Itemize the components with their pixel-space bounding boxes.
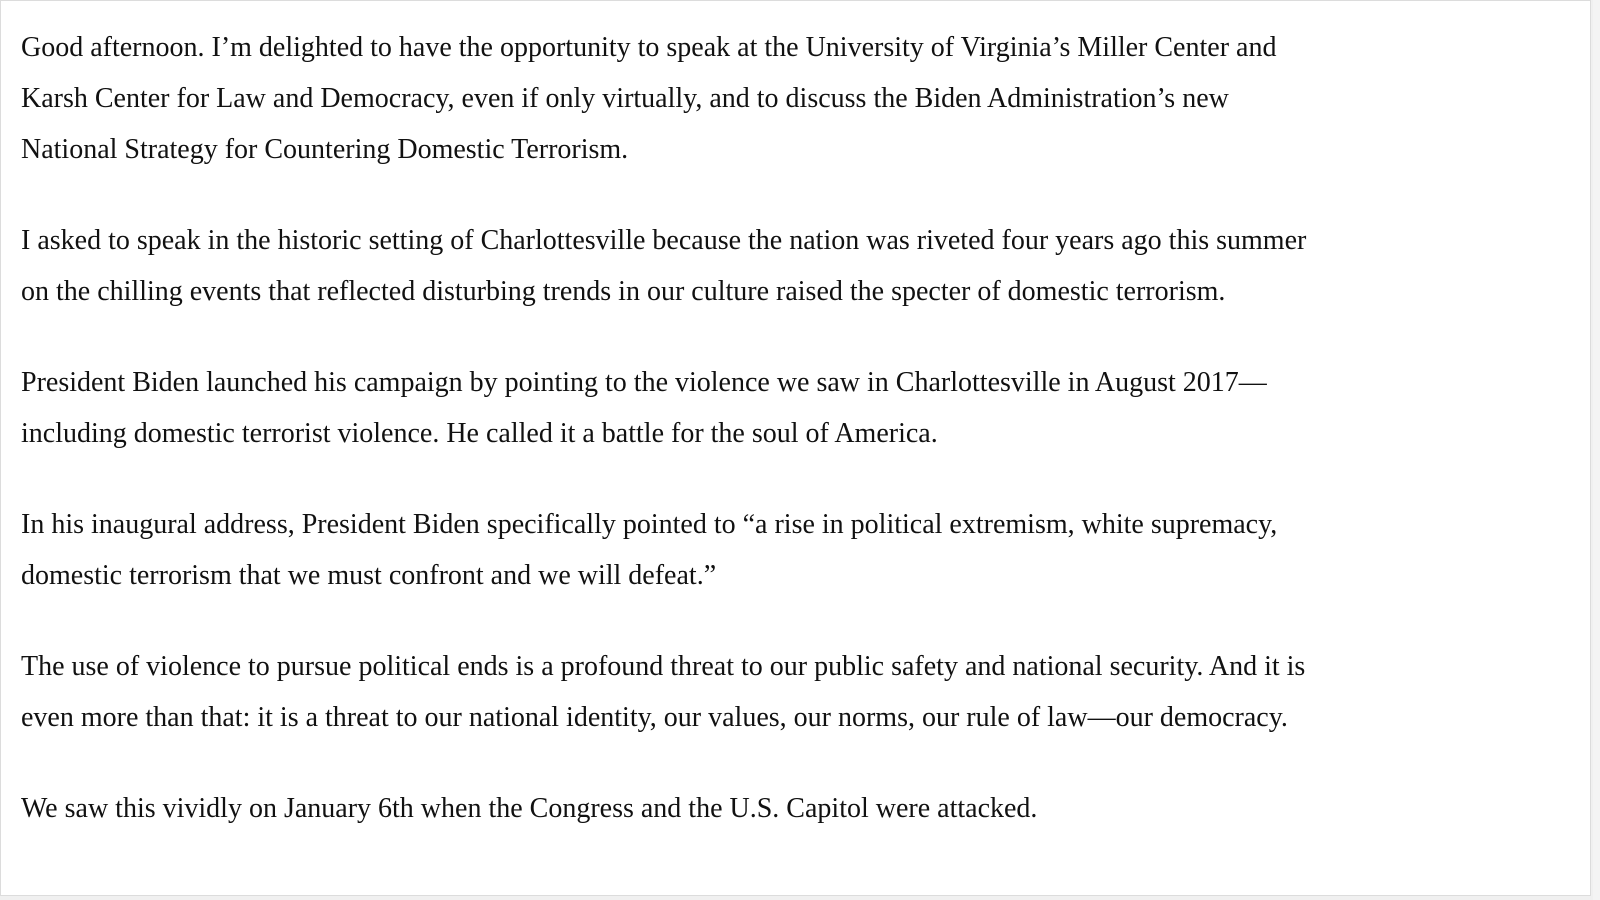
paragraph-line: In his inaugural address, President Bide…	[21, 509, 1278, 540]
paragraph: I asked to speak in the historic setting…	[21, 215, 1306, 317]
paragraph: In his inaugural address, President Bide…	[21, 499, 1306, 601]
paragraph-line: I asked to speak in the historic setting…	[21, 225, 1307, 256]
paragraph: We saw this vividly on January 6th when …	[21, 783, 1306, 834]
paragraph-line: Good afternoon. I’m delighted to have th…	[21, 32, 1277, 63]
paragraph: The use of violence to pursue political …	[21, 641, 1306, 743]
scrollbar-track[interactable]	[1593, 0, 1600, 900]
paragraph: Good afternoon. I’m delighted to have th…	[21, 22, 1306, 175]
paragraph-line: National Strategy for Countering Domesti…	[21, 134, 629, 165]
paragraph-line: on the chilling events that reflected di…	[21, 276, 1226, 307]
paragraph-line: The use of violence to pursue political …	[21, 651, 1306, 682]
paragraph-line: Karsh Center for Law and Democracy, even…	[21, 83, 1229, 114]
paragraph-line: President Biden launched his campaign by…	[21, 367, 1267, 398]
paragraph-line: domestic terrorism that we must confront…	[21, 560, 717, 591]
paragraph: President Biden launched his campaign by…	[21, 357, 1306, 459]
paragraph-line: even more than that: it is a threat to o…	[21, 702, 1288, 733]
paragraph-line: We saw this vividly on January 6th when …	[21, 793, 1038, 824]
document-page: Good afternoon. I’m delighted to have th…	[0, 0, 1591, 896]
document-body: Good afternoon. I’m delighted to have th…	[21, 22, 1306, 874]
paragraph-line: including domestic terrorist violence. H…	[21, 418, 938, 449]
